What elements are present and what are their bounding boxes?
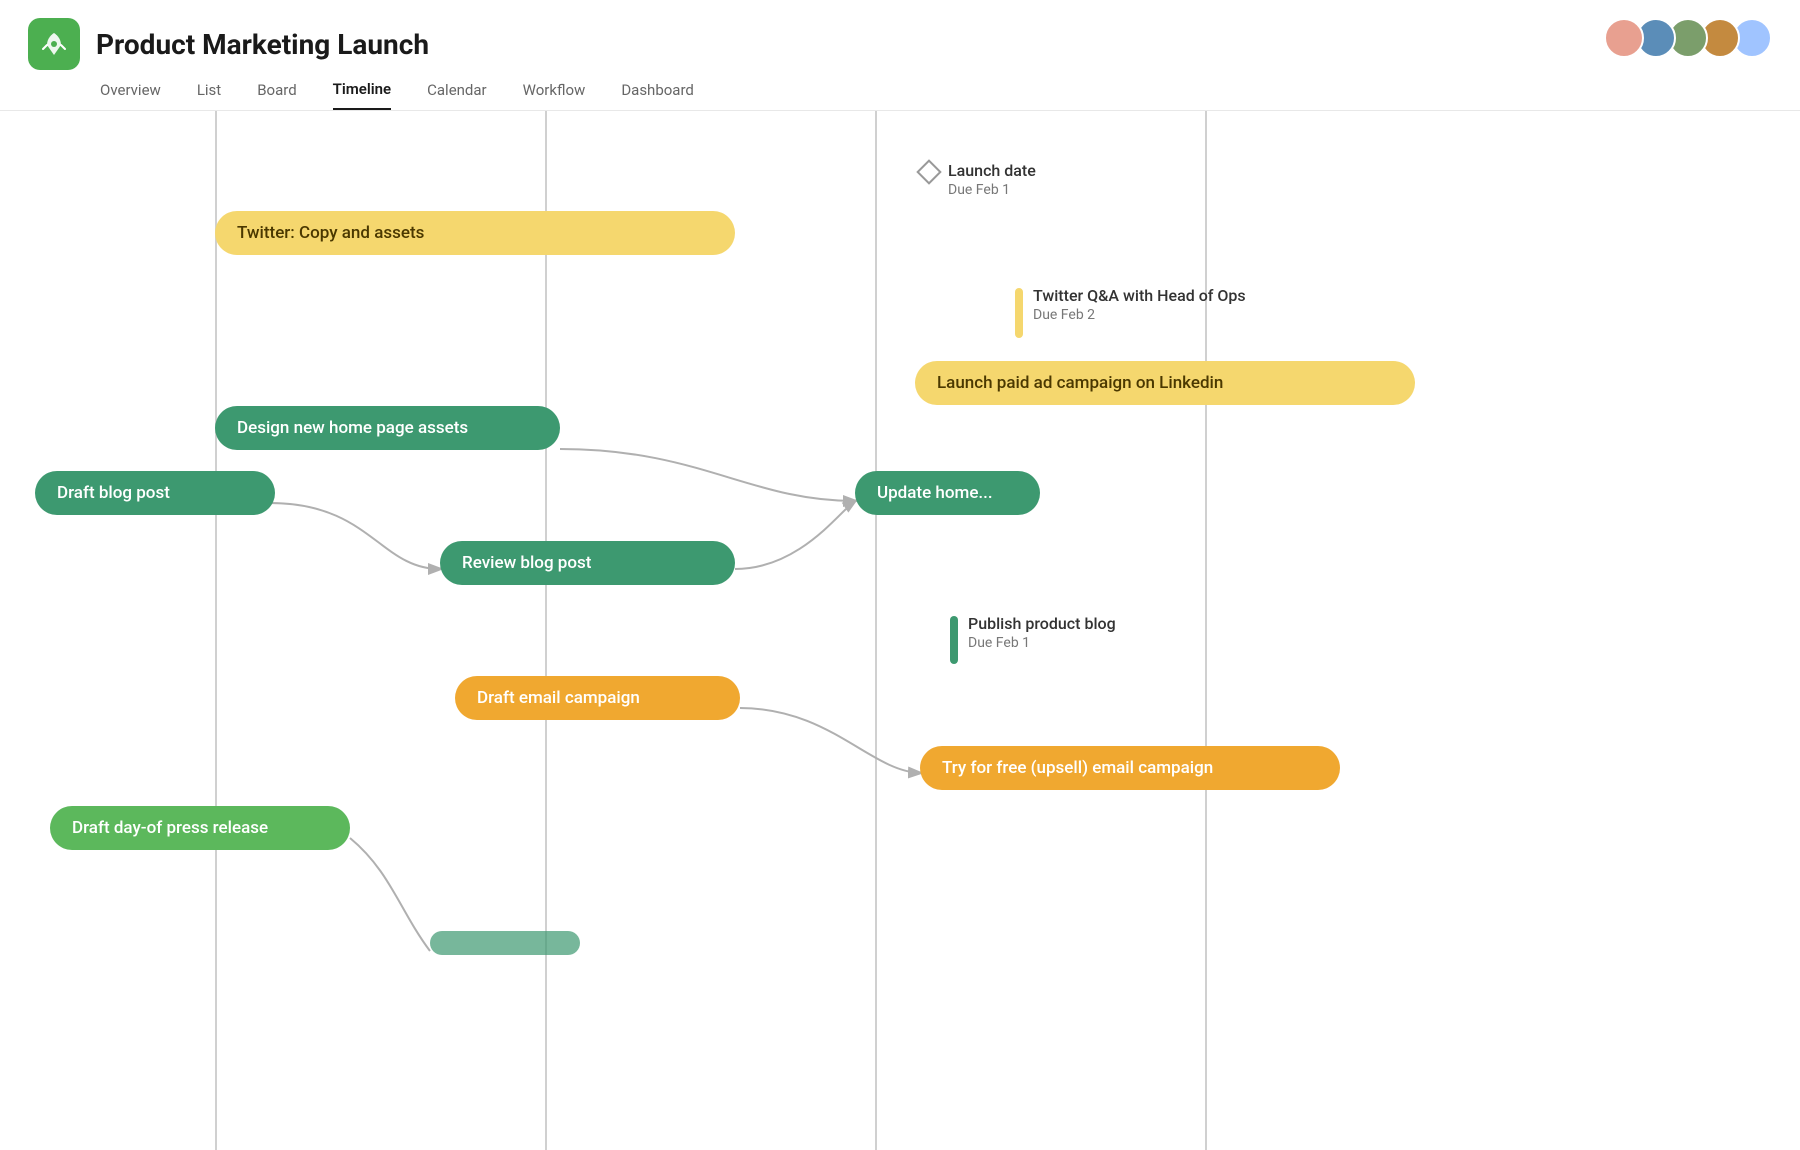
- timeline-area: Twitter: Copy and assets Design new home…: [0, 111, 1800, 1150]
- task-draft-email[interactable]: Draft email campaign: [455, 676, 740, 720]
- milestone-twitter-qa: Twitter Q&A with Head of Ops Due Feb 2: [1015, 286, 1246, 338]
- task-design-home[interactable]: Design new home page assets: [215, 406, 560, 450]
- timeline-line-4: [1205, 111, 1207, 1150]
- launch-date-text: Launch date Due Feb 1: [948, 161, 1036, 198]
- publish-blog-bar: [950, 616, 958, 664]
- timeline-line-1: [215, 111, 217, 1150]
- project-title: Product Marketing Launch: [96, 28, 429, 61]
- header: Product Marketing Launch: [0, 0, 1800, 70]
- timeline-line-2: [545, 111, 547, 1150]
- nav-timeline[interactable]: Timeline: [333, 80, 391, 110]
- nav-calendar[interactable]: Calendar: [427, 81, 487, 109]
- nav-dashboard[interactable]: Dashboard: [621, 81, 694, 109]
- nav-overview[interactable]: Overview: [100, 81, 161, 109]
- arrows-overlay: [0, 111, 1800, 1150]
- avatar-1: [1604, 18, 1644, 58]
- twitter-qa-text: Twitter Q&A with Head of Ops Due Feb 2: [1033, 286, 1246, 323]
- nav-bar: Overview List Board Timeline Calendar Wo…: [0, 70, 1800, 111]
- task-launch-paid[interactable]: Launch paid ad campaign on Linkedin: [915, 361, 1415, 405]
- task-review-blog[interactable]: Review blog post: [440, 541, 735, 585]
- twitter-qa-bar: [1015, 288, 1023, 338]
- nav-board[interactable]: Board: [257, 81, 296, 109]
- task-try-free[interactable]: Try for free (upsell) email campaign: [920, 746, 1340, 790]
- app-icon: [28, 18, 80, 70]
- task-draft-press[interactable]: Draft day-of press release: [50, 806, 350, 850]
- task-draft-blog[interactable]: Draft blog post: [35, 471, 275, 515]
- task-update-home[interactable]: Update home...: [855, 471, 1040, 515]
- milestone-publish-blog: Publish product blog Due Feb 1: [950, 614, 1116, 664]
- task-partial-bottom[interactable]: [430, 931, 580, 955]
- timeline-line-3: [875, 111, 877, 1150]
- milestone-launch-date: Launch date Due Feb 1: [920, 161, 1036, 198]
- avatars-group: [1612, 18, 1772, 58]
- launch-date-diamond: [916, 159, 941, 184]
- task-twitter-copy[interactable]: Twitter: Copy and assets: [215, 211, 735, 255]
- nav-list[interactable]: List: [197, 81, 221, 109]
- publish-blog-text: Publish product blog Due Feb 1: [968, 614, 1116, 651]
- nav-workflow[interactable]: Workflow: [523, 81, 586, 109]
